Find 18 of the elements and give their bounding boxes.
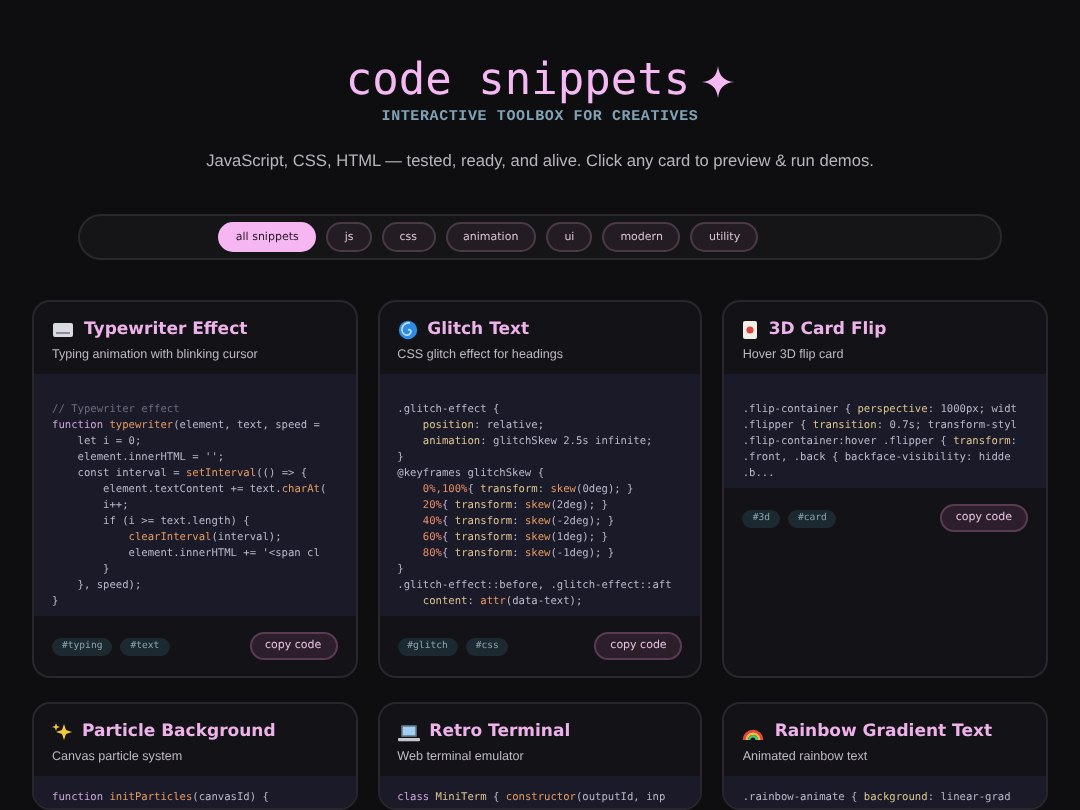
rainbow-icon <box>742 724 765 740</box>
page-title: code snippets <box>345 56 691 108</box>
playing-card-icon <box>742 320 759 340</box>
spiral-icon <box>397 320 418 340</box>
keyboard-icon <box>52 322 74 338</box>
card-title: Typewriter Effect <box>84 320 248 340</box>
snippet-card[interactable] <box>377 300 703 678</box>
card-title: Retro Terminal <box>429 722 571 742</box>
page-description: JavaScript, CSS, HTML — tested, ready, and alive. Click any card to preview & run demos. <box>206 150 874 170</box>
card-title: Rainbow Gradient Text <box>774 722 993 742</box>
laptop-icon <box>397 723 420 741</box>
card-title: 3D Card Flip <box>768 320 887 340</box>
snippet-card[interactable] <box>32 300 358 678</box>
sparkles-icon <box>52 722 72 742</box>
snippet-card[interactable] <box>722 300 1048 678</box>
card-title: Particle Background <box>82 722 276 742</box>
sparkle-icon <box>702 66 735 98</box>
card-title: Glitch Text <box>427 320 530 340</box>
